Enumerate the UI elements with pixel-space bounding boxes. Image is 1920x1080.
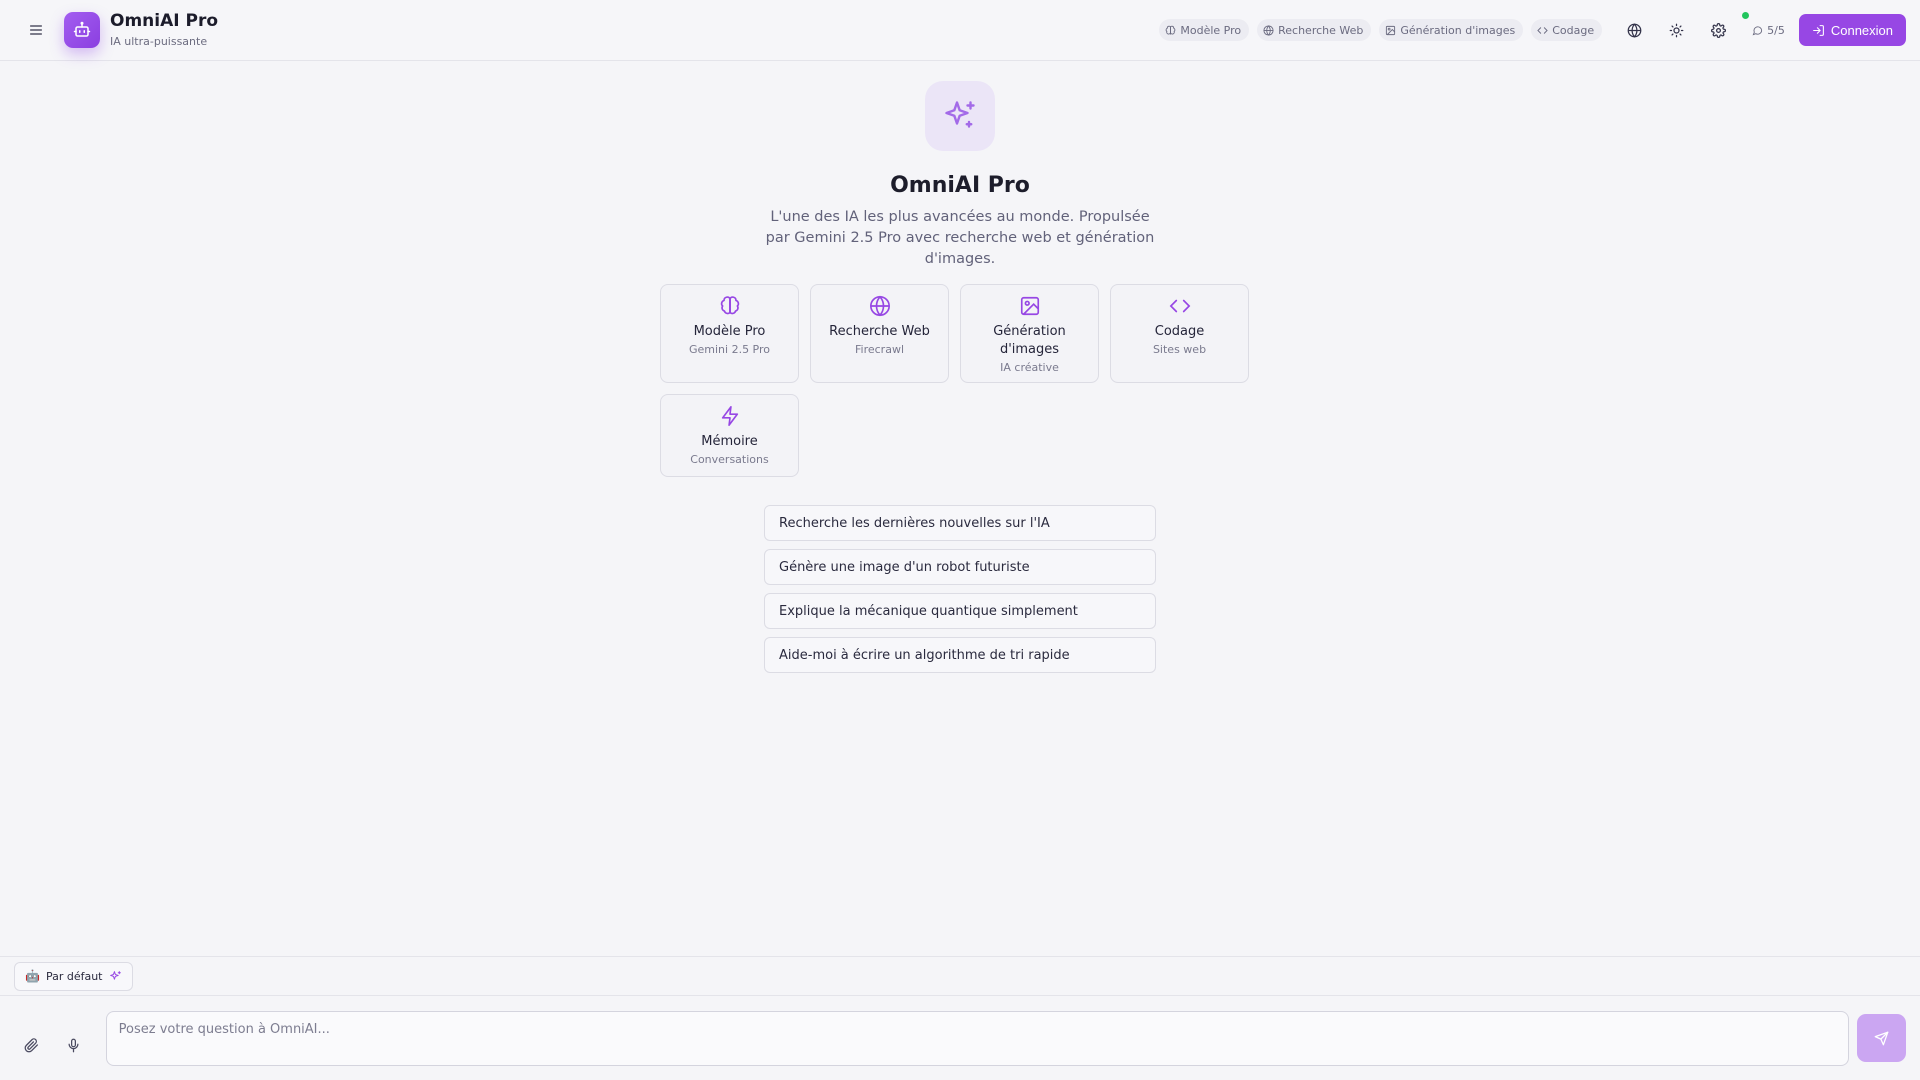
code-icon: [1537, 26, 1548, 34]
feature-card-memory[interactable]: Mémoire Conversations: [660, 394, 799, 477]
feature-title: Recherche Web: [829, 324, 930, 339]
suggestion-list: Recherche les dernières nouvelles sur l'…: [764, 505, 1156, 673]
feature-subtitle: IA créative: [1000, 361, 1059, 374]
suggestion-button[interactable]: Recherche les dernières nouvelles sur l'…: [764, 505, 1156, 541]
feature-title: Modèle Pro: [693, 324, 766, 339]
login-icon: [1812, 24, 1824, 36]
persona-selector[interactable]: 🤖 Par défaut: [14, 961, 133, 991]
voice-input-button[interactable]: [56, 1027, 92, 1063]
hero-logo: [925, 81, 995, 151]
message-counter: 5/5: [1742, 12, 1793, 43]
top-header: OmniAI Pro IA ultra-puissante Modèle Pro…: [0, 0, 1920, 61]
feature-grid: Modèle Pro Gemini 2.5 Pro Recherche Web …: [660, 284, 1260, 477]
robot-icon: [73, 21, 91, 37]
persona-label: Par défaut: [45, 969, 103, 983]
chip-label: Recherche Web: [1278, 23, 1364, 37]
feature-card-coding[interactable]: Codage Sites web: [1110, 284, 1249, 383]
brain-icon: [720, 296, 739, 315]
feature-title: Mémoire: [701, 434, 758, 449]
code-icon: [1169, 299, 1190, 313]
brand-subtitle: IA ultra-puissante: [110, 35, 208, 48]
counter-value: 5/5: [1767, 23, 1785, 37]
feature-subtitle: Sites web: [1152, 343, 1207, 356]
online-status-dot: [1742, 12, 1750, 19]
chip-label: Modèle Pro: [1180, 23, 1242, 37]
globe-icon: [1263, 24, 1274, 36]
menu-icon: [30, 25, 42, 35]
send-button[interactable]: [1857, 1014, 1907, 1062]
header-actions: Modèle Pro Recherche Web Génération d'im…: [1151, 12, 1906, 48]
chip-pro-model: Modèle Pro: [1159, 19, 1250, 41]
message-icon: [1752, 25, 1763, 35]
theme-toggle-button[interactable]: [1658, 12, 1694, 48]
welcome-screen: OmniAI Pro L'une des IA les plus avancée…: [0, 61, 1920, 956]
chip-label: Génération d'images: [1400, 23, 1516, 37]
chip-image-generation: Génération d'images: [1379, 19, 1524, 41]
feature-title: Génération d'images: [993, 324, 1066, 357]
feature-card-image-generation[interactable]: Génération d'images IA créative: [960, 284, 1099, 383]
paperclip-icon: [25, 1037, 39, 1052]
chip-label: Codage: [1552, 23, 1595, 37]
hero-description: L'une des IA les plus avancées au monde.…: [765, 209, 1155, 267]
sparkles-icon: [945, 101, 975, 128]
suggestion-button[interactable]: Explique la mécanique quantique simpleme…: [764, 593, 1156, 629]
globe-icon: [1627, 22, 1642, 38]
menu-button[interactable]: [18, 12, 54, 48]
persona-bar: 🤖 Par défaut: [0, 956, 1920, 996]
feature-subtitle: Gemini 2.5 Pro: [688, 343, 771, 356]
login-button[interactable]: Connexion: [1798, 14, 1906, 46]
feature-subtitle: Conversations: [690, 453, 769, 466]
attach-button[interactable]: [14, 1027, 50, 1063]
globe-icon: [869, 295, 890, 317]
sparkles-icon: [109, 970, 121, 980]
image-icon: [1386, 25, 1396, 35]
zap-icon: [721, 406, 738, 426]
language-button[interactable]: [1616, 12, 1652, 48]
suggestion-button[interactable]: Génère une image d'un robot futuriste: [764, 549, 1156, 585]
feature-card-web-search[interactable]: Recherche Web Firecrawl: [810, 284, 949, 383]
hero-title: OmniAI Pro: [890, 173, 1030, 198]
brand: OmniAI Pro IA ultra-puissante: [110, 11, 218, 49]
brand-title: OmniAI Pro: [110, 11, 219, 31]
feature-title: Codage: [1154, 324, 1205, 339]
send-icon: [1874, 1031, 1889, 1045]
chip-web-search: Recherche Web: [1257, 19, 1372, 41]
suggestion-button[interactable]: Aide-moi à écrire un algorithme de tri r…: [764, 637, 1156, 673]
gear-icon: [1710, 22, 1726, 38]
brand-logo: [64, 12, 100, 48]
chip-coding: Codage: [1531, 19, 1603, 41]
brain-icon: [1166, 25, 1176, 35]
microphone-icon: [68, 1038, 79, 1052]
prompt-input[interactable]: [105, 1010, 1850, 1066]
sun-icon: [1669, 23, 1684, 37]
persona-emoji: 🤖: [25, 969, 40, 983]
message-composer: [0, 996, 1920, 1080]
feature-card-pro-model[interactable]: Modèle Pro Gemini 2.5 Pro: [660, 284, 799, 383]
login-label: Connexion: [1830, 22, 1893, 38]
settings-button[interactable]: [1700, 12, 1736, 48]
feature-subtitle: Firecrawl: [855, 343, 904, 356]
image-icon: [1020, 296, 1039, 316]
